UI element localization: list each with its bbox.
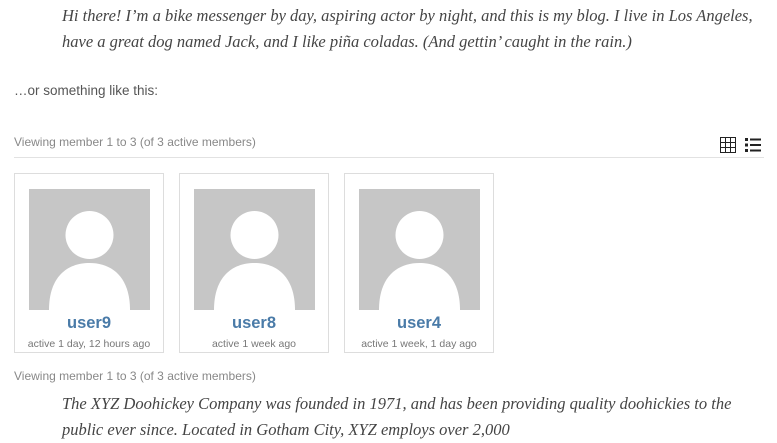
member-avatar[interactable] bbox=[29, 189, 150, 310]
members-grid: user9 active 1 day, 12 hours ago user8 a… bbox=[14, 173, 494, 353]
lead-in-text: …or something like this: bbox=[14, 83, 159, 98]
pagination-count-top: Viewing member 1 to 3 (of 3 active membe… bbox=[14, 135, 256, 149]
member-card: user8 active 1 week ago bbox=[179, 173, 329, 353]
member-last-active: active 1 week ago bbox=[211, 338, 297, 350]
pagination-count-bottom: Viewing member 1 to 3 (of 3 active membe… bbox=[14, 369, 256, 383]
intro-quote: Hi there! I’m a bike messenger by day, a… bbox=[62, 6, 753, 51]
default-avatar-icon bbox=[379, 211, 460, 310]
member-name-link[interactable]: user8 bbox=[180, 314, 328, 333]
default-avatar-icon bbox=[214, 211, 295, 310]
member-card: user9 active 1 day, 12 hours ago bbox=[14, 173, 164, 353]
member-name-link[interactable]: user4 bbox=[345, 314, 493, 333]
member-avatar[interactable] bbox=[194, 189, 315, 310]
member-avatar[interactable] bbox=[359, 189, 480, 310]
member-last-active: active 1 week, 1 day ago bbox=[361, 338, 477, 350]
default-avatar-icon bbox=[49, 211, 130, 310]
list-view-icon[interactable] bbox=[745, 137, 761, 153]
member-name-link[interactable]: user9 bbox=[15, 314, 163, 333]
outro-quote: The XYZ Doohickey Company was founded in… bbox=[62, 394, 732, 439]
grid-view-icon[interactable] bbox=[720, 137, 736, 153]
member-last-active: active 1 day, 12 hours ago bbox=[27, 338, 151, 350]
member-card: user4 active 1 week, 1 day ago bbox=[344, 173, 494, 353]
directory-divider bbox=[14, 157, 764, 158]
